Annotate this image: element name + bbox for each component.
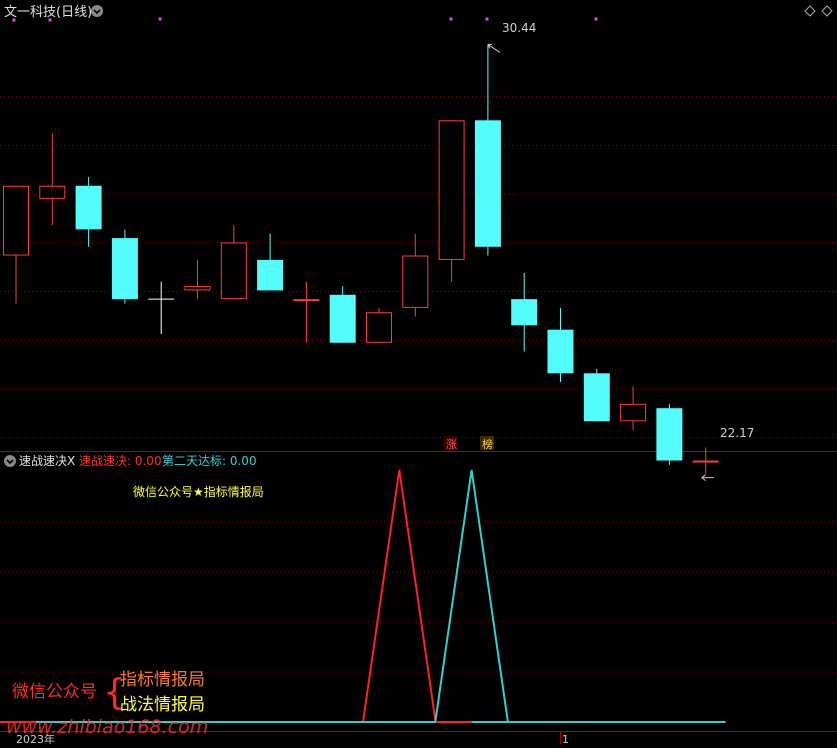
candle: [438, 120, 465, 282]
main-title: 文一科技(日线): [4, 5, 92, 20]
event-marker: [449, 17, 453, 21]
chevron-down-icon[interactable]: [91, 5, 103, 17]
series2-label: 第二天达标: 0.00: [162, 454, 257, 468]
candle-body: [75, 185, 102, 230]
event-marker: [48, 18, 52, 22]
event-marker: [158, 17, 162, 21]
candle-body: [329, 294, 356, 343]
candle-body: [656, 408, 683, 461]
candle-body: [257, 259, 284, 291]
indicator-watermark: 微信公众号★指标情报局: [133, 484, 264, 499]
badge-zhang[interactable]: 涨: [444, 436, 458, 451]
candle-body: [184, 286, 211, 291]
overlay-left-text: 微信公众号: [12, 682, 97, 702]
candle-body: [692, 460, 719, 463]
candle-body: [583, 373, 610, 422]
candle-body: [474, 120, 501, 247]
x-axis-month: 1: [562, 733, 569, 744]
candle-body: [620, 403, 647, 422]
candle: [656, 403, 683, 465]
candle-body: [511, 299, 538, 326]
candle: [366, 307, 392, 343]
chevron-down-icon[interactable]: [4, 455, 16, 467]
badge-bang-text: 榜: [482, 437, 493, 451]
candle-body: [39, 185, 66, 199]
badge-zhang-text: 涨: [446, 438, 457, 451]
candle: [111, 229, 138, 304]
event-marker: [485, 17, 489, 21]
indicator-name: 速战速决X: [19, 454, 75, 468]
badge-bang[interactable]: 榜: [480, 436, 494, 451]
candle-body: [220, 242, 247, 300]
candle-body: [547, 329, 574, 374]
overlay-line2: 战法情报局: [120, 695, 205, 715]
candle-body: [111, 238, 138, 300]
x-axis-year: 2023年: [16, 732, 55, 744]
main-panel[interactable]: [0, 0, 837, 452]
candle: [583, 368, 610, 422]
candle-body: [438, 120, 465, 260]
event-marker: [594, 17, 598, 21]
candle-body: [293, 299, 320, 302]
candle-body: [3, 185, 29, 256]
event-marker: [12, 18, 16, 22]
candle-body: [402, 255, 429, 308]
candle-body: [366, 312, 392, 343]
series1-label: 速战速决: 0.00: [79, 454, 162, 468]
overlay-line1: 指标情报局: [120, 670, 205, 690]
high-value: 30.44: [502, 21, 536, 35]
chart-window[interactable]: 文一科技(日线) 30.44 22.17 涨 榜 速战速决X 速战速决: 0.0…: [0, 0, 837, 746]
low-value: 22.17: [720, 426, 754, 440]
